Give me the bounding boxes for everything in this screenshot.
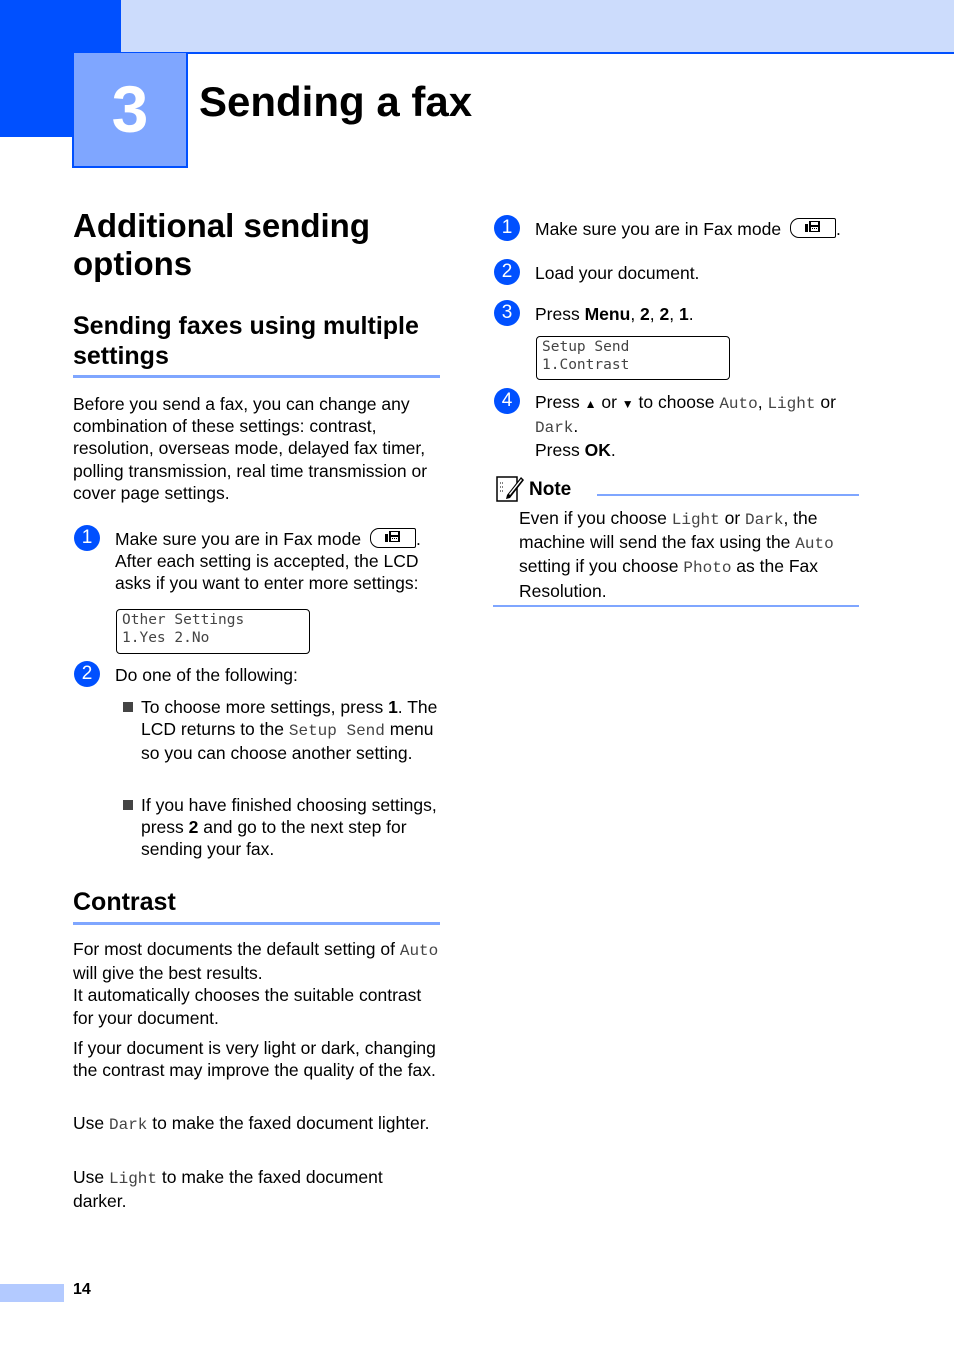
contrast-paragraph: If your document is very light or dark, … — [73, 1037, 440, 1081]
contrast-text: Use Light to make the faxed document dar… — [73, 1167, 383, 1212]
bullet-item: If you have finished choosing settings, … — [123, 794, 443, 861]
note-pencil-icon — [495, 473, 525, 503]
lcd-line-1: Setup Send — [542, 339, 630, 355]
lcd-line-2: 1.Yes 2.No — [122, 630, 210, 646]
right-step-3: 3 Press Menu, 2, 2, 1. — [494, 300, 864, 326]
step-number-badge: 1 — [494, 215, 520, 241]
header-light-band — [121, 0, 954, 52]
bullet-item: To choose more settings, press 1. The LC… — [123, 696, 443, 765]
chapter-number-box: 3 — [72, 53, 188, 168]
contrast-paragraph: Use Light to make the faxed document dar… — [73, 1166, 440, 1212]
right-step-4: 4 Press ▲ or ▼ to choose Auto, Light or … — [494, 388, 864, 462]
bullet-square-icon — [123, 800, 133, 810]
note-bottom-rule — [493, 605, 859, 607]
step-text: Make sure you are in Fax mode . — [535, 218, 841, 239]
heading-rule — [73, 922, 440, 925]
lcd-line-1: Other Settings — [122, 612, 245, 628]
step-text: Do one of the following: — [115, 665, 298, 685]
fax-key-icon — [789, 218, 836, 238]
intro-paragraph: Before you send a fax, you can change an… — [73, 394, 428, 503]
footer-bar — [0, 1284, 64, 1302]
heading-rule — [73, 375, 440, 378]
step-text-part: Make sure you are in Fax mode — [115, 529, 362, 549]
left-step-1: 1 Make sure you are in Fax mode . After … — [74, 525, 444, 595]
contrast-paragraph: Use Dark to make the faxed document ligh… — [73, 1112, 440, 1136]
lcd-line-2: 1.Contrast — [542, 357, 630, 373]
note-title: Note — [529, 479, 572, 500]
section-title-block: Additional sending options — [73, 207, 440, 283]
fax-key-icon — [369, 528, 416, 548]
contrast-text: Use Dark to make the faxed document ligh… — [73, 1113, 430, 1134]
step-number-badge: 1 — [74, 525, 100, 551]
subsection-title: Contrast — [73, 888, 176, 916]
section-title: Additional sending options — [73, 207, 370, 282]
intro-paragraph-block: Before you send a fax, you can change an… — [73, 393, 440, 504]
step-text: Press ▲ or ▼ to choose Auto, Light or Da… — [535, 392, 836, 461]
header-line — [121, 52, 954, 54]
step-text: Load your document. — [535, 263, 700, 283]
lcd-display-setup-send: Setup Send 1.Contrast — [536, 336, 730, 380]
down-arrow-icon: ▼ — [621, 397, 634, 411]
step-text: Make sure you are in Fax mode . After ea… — [115, 528, 421, 594]
step-number-badge: 3 — [494, 300, 520, 326]
lcd-display-other-settings: Other Settings 1.Yes 2.No — [116, 609, 310, 654]
subsection-title: Sending faxes using multiple settings — [73, 312, 419, 370]
step-number-badge: 2 — [74, 661, 100, 687]
right-step-2: 2 Load your document. — [494, 259, 864, 285]
page-number: 14 — [73, 1281, 91, 1298]
subsection-multiple-settings: Sending faxes using multiple settings — [73, 311, 440, 378]
contrast-text: If your document is very light or dark, … — [73, 1038, 436, 1081]
subsection-contrast: Contrast — [73, 887, 440, 925]
note-body: Even if you choose Light or Dark, the ma… — [519, 508, 834, 601]
chapter-number: 3 — [111, 72, 149, 146]
step-text: Press Menu, 2, 2, 1. — [535, 304, 694, 324]
contrast-text: For most documents the default setting o… — [73, 939, 439, 1028]
note-top-rule — [597, 494, 859, 496]
step-number-badge: 2 — [494, 259, 520, 285]
left-step-2: 2 Do one of the following: — [74, 661, 444, 687]
up-arrow-icon: ▲ — [584, 397, 597, 411]
step-text-continued: After each setting is accepted, the LCD … — [115, 551, 419, 594]
chapter-title: Sending a fax — [199, 78, 473, 125]
bullet-text: If you have finished choosing settings, … — [141, 795, 437, 860]
contrast-paragraph: For most documents the default setting o… — [73, 938, 440, 1029]
bullet-square-icon — [123, 702, 133, 712]
bullet-text: To choose more settings, press 1. The LC… — [141, 697, 438, 764]
right-step-1: 1 Make sure you are in Fax mode . — [494, 215, 864, 241]
step-number-badge: 4 — [494, 388, 520, 414]
